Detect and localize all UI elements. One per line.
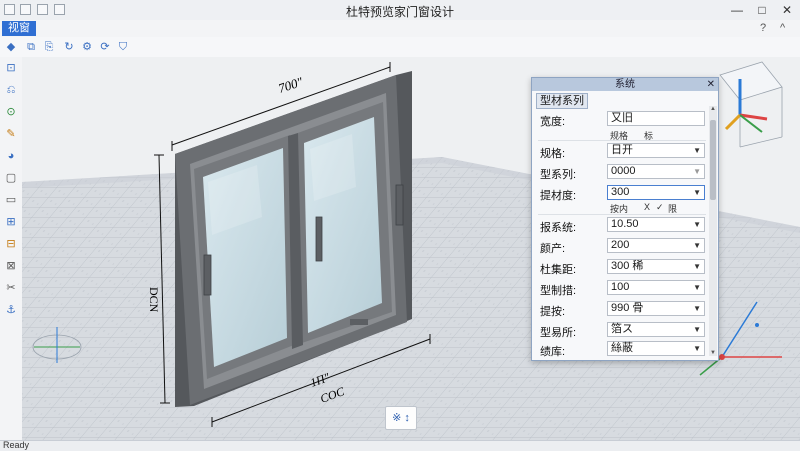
minimize-button[interactable]: — — [726, 1, 748, 19]
right-handle — [395, 184, 404, 226]
sub-row-c[interactable]: ✓ — [656, 202, 664, 213]
refresh-icon[interactable]: ⟳ — [98, 40, 112, 54]
row-label-4: 颜产: — [540, 243, 566, 255]
property-panel: 系统 ✕ 型材系列 ▲ ▼ 宽度: 又旧 规格 标 规格: 日开 ▼ 型系列: 0… — [531, 77, 719, 361]
panel-close-button[interactable]: ✕ — [707, 78, 715, 91]
chevron-down-icon: ▼ — [693, 167, 701, 176]
pencil-tool-icon[interactable]: ✎ — [4, 127, 18, 141]
panel-tool-icon[interactable]: ▭ — [4, 193, 18, 207]
chevron-down-icon: ▼ — [693, 241, 701, 250]
collapse-icon[interactable]: ^ — [780, 22, 785, 34]
row-label-3: 报系统: — [540, 222, 577, 234]
paste-icon[interactable]: ⎘ — [42, 40, 56, 54]
scroll-thumb[interactable] — [710, 120, 716, 200]
toolbar: ◆ ⧉ ⎘ ↻ ⚙ ⟳ ⛉ — [0, 37, 800, 58]
row-select-1[interactable]: 0000 ▼ — [607, 164, 705, 179]
row-label-0: 规格: — [540, 148, 566, 160]
tab-profile-series[interactable]: 型材系列 — [536, 93, 588, 109]
maximize-button[interactable]: □ — [751, 1, 773, 19]
panel-scrollbar[interactable]: ▲ ▼ — [709, 106, 717, 356]
view-toggle-button[interactable]: ※ ↕ — [385, 406, 417, 430]
menu-tab-view[interactable]: 视窗 — [2, 21, 36, 36]
row-label-8: 型易所: — [540, 327, 577, 339]
chevron-down-icon: ▼ — [693, 283, 701, 292]
row-select-7[interactable]: 990 骨 ▼ — [607, 301, 705, 316]
chevron-down-icon: ▼ — [693, 325, 701, 334]
cut-tool-icon[interactable]: ✂ — [4, 281, 18, 295]
chevron-down-icon: ▼ — [693, 220, 701, 229]
bottom-latch — [350, 319, 368, 325]
settings-icon[interactable]: ⚙ — [80, 40, 94, 54]
row-select-3[interactable]: 10.50 ▼ — [607, 217, 705, 232]
row-label-2: 提材度: — [540, 190, 577, 202]
left-toolbar: ⊡ ⎌ ⊙ ✎ ◕ ▢ ▭ ⊞ ⊟ ⊠ ✂ ⚓ — [0, 57, 23, 440]
row-select-5[interactable]: 300 稀 ▼ — [607, 259, 705, 274]
center-handle — [315, 216, 323, 262]
anchor-tool-icon[interactable]: ⚓ — [4, 303, 18, 317]
target-tool-icon[interactable]: ⊙ — [4, 105, 18, 119]
box-tool-icon[interactable]: ▢ — [4, 171, 18, 185]
chevron-down-icon: ▼ — [693, 262, 701, 271]
scroll-down-icon[interactable]: ▼ — [709, 350, 717, 356]
chevron-down-icon: ▼ — [693, 344, 701, 353]
row-select-0[interactable]: 日开 ▼ — [607, 143, 705, 158]
title-bar: 杜特预览家门窗设计 — □ ✕ — [0, 0, 800, 21]
close-button[interactable]: ✕ — [776, 1, 798, 19]
help-icon[interactable]: ? — [760, 22, 766, 34]
copy-icon[interactable]: ⧉ — [24, 40, 38, 54]
split-tool-icon[interactable]: ⊟ — [4, 237, 18, 251]
row-select-4[interactable]: 200 ▼ — [607, 238, 705, 253]
left-handle — [203, 254, 212, 296]
row-select-9[interactable]: 絲蔽 ▼ — [607, 341, 705, 356]
row-label-5: 杜集距: — [540, 264, 577, 276]
window-title: 杜特预览家门窗设计 — [345, 5, 454, 19]
width-input[interactable]: 又旧 — [607, 111, 705, 126]
row-label-7: 提按: — [540, 306, 566, 318]
row-select-6[interactable]: 100 ▼ — [607, 280, 705, 295]
menu-bar: 视窗 ? ^ — [0, 20, 800, 38]
status-bar: Ready — [0, 440, 800, 451]
select-tool-icon[interactable]: ⊡ — [4, 61, 18, 75]
chevron-down-icon: ▼ — [693, 304, 701, 313]
width-label: 宽度: — [540, 116, 566, 128]
row-select-8[interactable]: 箔ス ▼ — [607, 322, 705, 337]
back-icon[interactable]: ◆ — [4, 40, 18, 54]
row-select-2[interactable]: 300 ▼ — [607, 185, 705, 200]
sub-row-b[interactable]: X — [644, 202, 650, 212]
grid-tool-icon[interactable]: ⊞ — [4, 215, 18, 229]
row-label-1: 型系列: — [540, 169, 577, 181]
status-text: Ready — [3, 440, 30, 450]
row-label-9: 绩库: — [540, 346, 566, 358]
sphere-tool-icon[interactable]: ◕ — [4, 149, 18, 163]
row-label-6: 型制措: — [540, 285, 577, 297]
undo-tool-icon[interactable]: ⎌ — [4, 83, 18, 97]
panel-title: 系统 — [532, 78, 718, 91]
tag-icon[interactable]: ⛉ — [116, 40, 130, 54]
scroll-up-icon[interactable]: ▲ — [709, 106, 717, 112]
rotate-icon[interactable]: ↻ — [62, 40, 76, 54]
mesh-tool-icon[interactable]: ⊠ — [4, 259, 18, 273]
chevron-down-icon: ▼ — [693, 188, 701, 197]
dim-left-label: DCN — [147, 287, 161, 313]
chevron-down-icon: ▼ — [693, 146, 701, 155]
